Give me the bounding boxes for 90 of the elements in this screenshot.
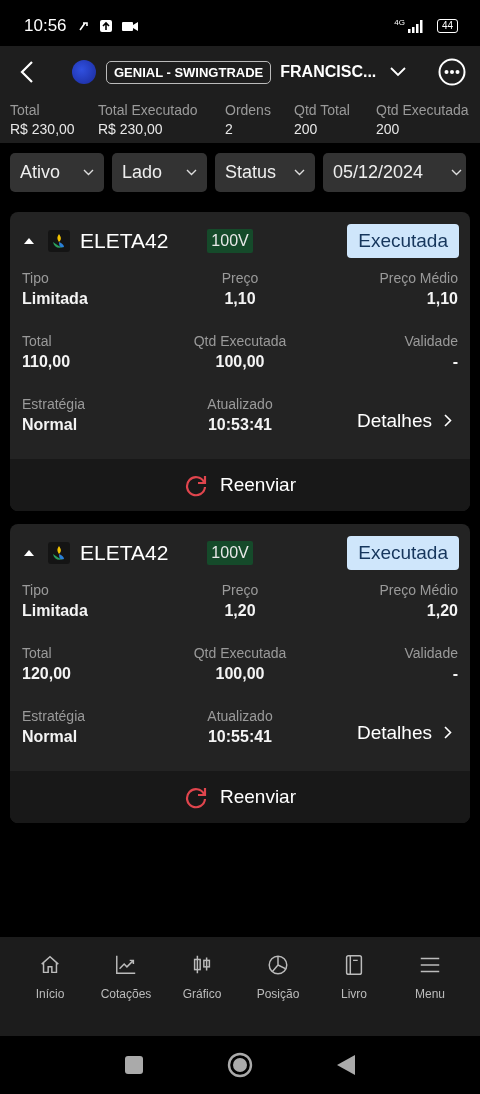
field-value: 1,20	[426, 602, 458, 620]
notification-icon	[76, 19, 91, 33]
summary-label: Qtd Executada	[376, 102, 469, 118]
more-options-icon	[438, 58, 466, 86]
summary-label: Qtd Total	[294, 102, 351, 118]
field-value: -	[452, 665, 458, 683]
field-label: Tipo	[22, 270, 49, 286]
field-value: 10:53:41	[207, 416, 272, 434]
status-tag: Executada	[347, 536, 459, 570]
field-value: 1,20	[224, 602, 256, 620]
field-label: Total	[22, 645, 52, 661]
ticker-symbol: ELETA42	[80, 229, 169, 253]
battery-level: 44	[436, 19, 458, 33]
field-label: Atualizado	[207, 396, 273, 412]
nav-tab[interactable]: Cotações	[88, 953, 164, 1001]
nav-tab[interactable]: Gráfico	[164, 953, 240, 1001]
clock-time: 10:56	[24, 16, 67, 36]
field-value: Limitada	[22, 290, 88, 308]
field-value: Normal	[22, 416, 78, 434]
filter-dropdown[interactable]: Ativo	[10, 153, 104, 192]
side-quantity-tag: 100V	[207, 541, 253, 565]
field-label: Preço Médio	[379, 582, 458, 598]
field-value: 100,00	[215, 353, 265, 371]
nav-tab[interactable]: Livro	[316, 953, 392, 1001]
summary-label: Total Executado	[98, 102, 199, 118]
summary-value: 200	[294, 121, 319, 137]
chevron-right-icon	[444, 414, 452, 427]
user-name[interactable]: FRANCISC...	[280, 63, 377, 81]
status-tag: Executada	[347, 224, 459, 258]
field-label: Total	[22, 333, 52, 349]
field-label: Preço	[221, 582, 259, 598]
back-button-icon	[337, 1055, 355, 1075]
chevron-down-icon	[294, 169, 305, 176]
summary-value: 200	[376, 121, 401, 137]
field-label: Atualizado	[207, 708, 273, 724]
home-button-icon	[227, 1052, 253, 1078]
upload-icon	[98, 19, 113, 33]
details-link[interactable]: Detalhes	[357, 721, 458, 744]
field-value: 110,00	[22, 353, 71, 371]
filter-dropdown[interactable]: Status	[215, 153, 315, 192]
resend-button[interactable]: Reenviar	[10, 459, 470, 511]
field-label: Preço Médio	[379, 270, 458, 286]
account-tag[interactable]: GENIAL - SWINGTRADE	[106, 60, 272, 84]
field-value: 120,00	[22, 665, 71, 683]
ticker-symbol: ELETA42	[80, 541, 169, 565]
collapse-caret-icon[interactable]	[24, 550, 34, 556]
field-label: Qtd Executada	[193, 645, 287, 661]
nav-tab[interactable]: Início	[12, 953, 88, 1001]
field-label: Estratégia	[22, 708, 86, 724]
field-label: Validade	[404, 645, 458, 661]
refresh-icon	[183, 785, 208, 809]
broker-logo-icon	[72, 60, 96, 84]
field-label: Tipo	[22, 582, 49, 598]
chevron-down-icon	[186, 169, 197, 176]
back-icon	[20, 60, 34, 84]
refresh-icon	[183, 473, 208, 497]
summary-value: R$ 230,00	[98, 121, 164, 137]
collapse-caret-icon[interactable]	[24, 238, 34, 244]
chevron-right-icon	[444, 726, 452, 739]
summary-value: R$ 230,00	[10, 121, 76, 137]
summary-value: 2	[225, 121, 234, 137]
nav-tab[interactable]: Menu	[392, 953, 468, 1001]
details-link[interactable]: Detalhes	[357, 409, 458, 432]
field-value: 1,10	[224, 290, 256, 308]
chevron-down-icon	[390, 67, 407, 77]
signal-icon	[406, 19, 425, 33]
nav-tab[interactable]: Posição	[240, 953, 316, 1001]
network-label: 4G	[394, 17, 405, 27]
chevron-down-icon	[83, 169, 94, 176]
field-label: Qtd Executada	[193, 333, 287, 349]
field-value: 100,00	[215, 665, 265, 683]
chevron-down-icon	[451, 169, 462, 176]
video-camera-icon	[120, 19, 139, 33]
summary-label: Ordens	[225, 102, 272, 118]
filter-dropdown[interactable]: 05/12/2024	[323, 153, 466, 192]
field-value: Limitada	[22, 602, 88, 620]
asset-logo-icon	[48, 542, 70, 564]
field-value: 10:55:41	[207, 728, 272, 746]
summary-label: Total	[10, 102, 41, 118]
recents-button-icon	[125, 1056, 143, 1074]
side-quantity-tag: 100V	[207, 229, 253, 253]
field-label: Preço	[221, 270, 259, 286]
field-value: Normal	[22, 728, 78, 746]
field-label: Estratégia	[22, 396, 86, 412]
field-value: -	[452, 353, 458, 371]
asset-logo-icon	[48, 230, 70, 252]
filter-dropdown[interactable]: Lado	[112, 153, 207, 192]
resend-button[interactable]: Reenviar	[10, 771, 470, 823]
field-label: Validade	[404, 333, 458, 349]
field-value: 1,10	[426, 290, 458, 308]
